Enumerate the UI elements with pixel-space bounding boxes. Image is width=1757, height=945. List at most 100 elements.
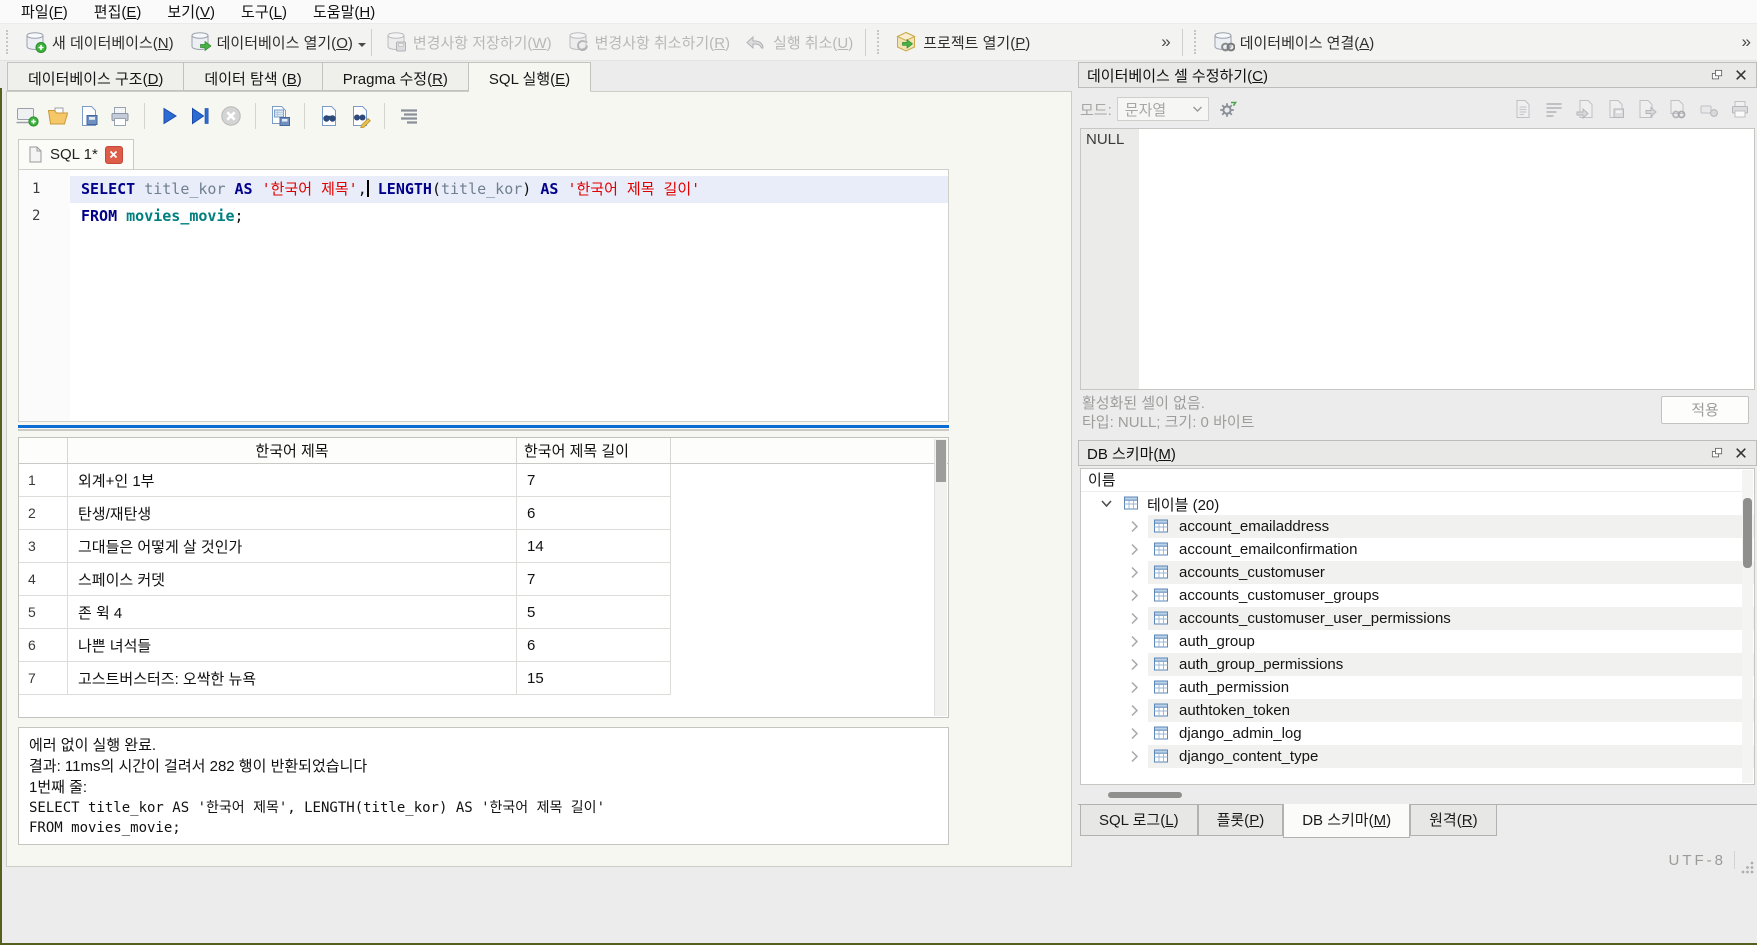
schema-tree-header[interactable]: 이름: [1081, 469, 1754, 492]
scrollbar-thumb[interactable]: [1108, 792, 1182, 798]
close-tab-button[interactable]: [104, 145, 123, 164]
stop-icon[interactable]: [219, 104, 243, 128]
results-vertical-scrollbar[interactable]: [934, 439, 947, 716]
encoding-indicator[interactable]: UTF-8: [1669, 852, 1735, 869]
code-line-1[interactable]: SELECT title_kor AS '한국어 제목', LENGTH(tit…: [70, 176, 948, 203]
text-document-icon[interactable]: [1512, 98, 1534, 120]
save-results-icon[interactable]: [268, 104, 292, 128]
write-changes-button[interactable]: 변경사항 저장하기(W): [377, 27, 559, 57]
scrollbar-thumb[interactable]: [1743, 498, 1752, 568]
schema-table-row[interactable]: auth_group_permissions: [1081, 653, 1754, 676]
toolbar-grip[interactable]: [877, 30, 882, 54]
resize-grip[interactable]: [1741, 860, 1755, 874]
schema-table-row[interactable]: accounts_customuser_groups: [1081, 584, 1754, 607]
table-row[interactable]: 1 외계+인 1부 7: [19, 464, 948, 497]
schema-table-row[interactable]: account_emailconfirmation: [1081, 538, 1754, 561]
find-icon[interactable]: [317, 104, 341, 128]
table-row[interactable]: 7 고스트버스터즈: 오싹한 뉴욕 15: [19, 662, 948, 695]
sql-code-editor[interactable]: 1 2 SELECT title_kor AS '한국어 제목', LENGTH…: [18, 169, 949, 422]
cell-title-length[interactable]: 5: [517, 596, 671, 629]
results-header-corner[interactable]: [19, 438, 68, 463]
cell-title-length[interactable]: 7: [517, 563, 671, 596]
cell-title-kor[interactable]: 존 윅 4: [68, 596, 517, 629]
cell-title-length[interactable]: 6: [517, 629, 671, 662]
undo-button[interactable]: 실행 취소(U): [737, 27, 860, 57]
pane-splitter[interactable]: [18, 425, 949, 428]
cell-editor-textarea[interactable]: NULL: [1080, 128, 1755, 390]
chevron-right-icon[interactable]: [1127, 634, 1142, 649]
close-dock-button[interactable]: [1732, 444, 1750, 462]
toolbar-grip[interactable]: [1193, 30, 1199, 54]
cell-title-length[interactable]: 6: [517, 497, 671, 530]
open-sql-file-icon[interactable]: [46, 104, 70, 128]
chevron-right-icon[interactable]: [1127, 726, 1142, 741]
chevron-right-icon[interactable]: [1127, 657, 1142, 672]
chevron-right-icon[interactable]: [1127, 542, 1142, 557]
schema-table-row[interactable]: django_admin_log: [1081, 722, 1754, 745]
chevron-right-icon[interactable]: [1127, 565, 1142, 580]
open-database-dropdown-arrow[interactable]: [357, 42, 366, 51]
apply-button[interactable]: 적용: [1661, 396, 1749, 424]
schema-root-row[interactable]: 테이블 (20): [1081, 492, 1754, 515]
cell-title-length[interactable]: 7: [517, 464, 671, 497]
set-null-icon[interactable]: [1698, 98, 1720, 120]
menu-help[interactable]: 도움말(H): [300, 0, 388, 24]
tab-browse-data[interactable]: 데이터 탐색 (B): [184, 62, 323, 91]
chevron-right-icon[interactable]: [1127, 703, 1142, 718]
table-row[interactable]: 2 탄생/재탄생 6: [19, 497, 948, 530]
table-row[interactable]: 4 스페이스 커뎃 7: [19, 563, 948, 596]
cell-title-length[interactable]: 14: [517, 530, 671, 563]
word-wrap-icon[interactable]: [1543, 98, 1565, 120]
editor-code-area[interactable]: SELECT title_kor AS '한국어 제목', LENGTH(tit…: [70, 170, 948, 421]
find-replace-icon[interactable]: [348, 104, 372, 128]
scrollbar-thumb[interactable]: [936, 440, 946, 482]
menu-view[interactable]: 보기(V): [154, 0, 228, 24]
toolbar-overflow-chevron[interactable]: »: [1155, 32, 1176, 52]
close-dock-button[interactable]: [1732, 66, 1750, 84]
print-icon[interactable]: [1729, 98, 1751, 120]
chevron-right-icon[interactable]: [1127, 749, 1142, 764]
code-line-2[interactable]: FROM movies_movie;: [70, 203, 948, 230]
schema-table-row[interactable]: django_content_type: [1081, 745, 1754, 768]
schema-table-row[interactable]: account_emailaddress: [1081, 515, 1754, 538]
menu-edit[interactable]: 편집(E): [81, 0, 155, 24]
chevron-right-icon[interactable]: [1127, 519, 1142, 534]
menu-tools[interactable]: 도구(L): [228, 0, 300, 24]
toolbar-overflow-chevron[interactable]: »: [1736, 32, 1757, 52]
schema-table-row[interactable]: auth_permission: [1081, 676, 1754, 699]
float-dock-button[interactable]: [1708, 66, 1726, 84]
export-icon[interactable]: [1636, 98, 1658, 120]
tab-execute-sql[interactable]: SQL 실행(E): [468, 62, 592, 92]
table-row[interactable]: 3 그대들은 어떻게 살 것인가 14: [19, 530, 948, 563]
cell-title-kor[interactable]: 고스트버스터즈: 오싹한 뉴욕: [68, 662, 517, 695]
revert-changes-button[interactable]: 변경사항 취소하기(R): [559, 27, 737, 57]
open-project-button[interactable]: 프로젝트 열기(P): [887, 27, 1037, 57]
cell-title-kor[interactable]: 외계+인 1부: [68, 464, 517, 497]
chevron-right-icon[interactable]: [1127, 611, 1142, 626]
schema-table-row[interactable]: authtoken_token: [1081, 699, 1754, 722]
execute-current-icon[interactable]: [188, 104, 212, 128]
save-icon[interactable]: [1605, 98, 1627, 120]
new-sql-tab-icon[interactable]: [15, 104, 39, 128]
mode-combobox[interactable]: 문자열: [1116, 97, 1209, 121]
open-database-button[interactable]: 데이터베이스 열기(O): [181, 27, 360, 57]
attach-database-button[interactable]: 데이터베이스 연결(A): [1204, 27, 1382, 57]
import-icon[interactable]: [1574, 98, 1596, 120]
results-header-length[interactable]: 한국어 제목 길이: [517, 438, 671, 463]
table-row[interactable]: 5 존 윅 4 5: [19, 596, 948, 629]
tab-edit-pragmas[interactable]: Pragma 수정(R): [322, 62, 469, 91]
tab-plot[interactable]: 플롯(P): [1197, 805, 1284, 836]
cell-title-length[interactable]: 15: [517, 662, 671, 695]
cell-title-kor[interactable]: 탄생/재탄생: [68, 497, 517, 530]
new-database-button[interactable]: 새 데이터베이스(N): [16, 27, 181, 57]
save-sql-file-icon[interactable]: [77, 104, 101, 128]
tab-db-schema[interactable]: DB 스키마(M): [1283, 804, 1411, 838]
tab-sql-log[interactable]: SQL 로그(L): [1080, 805, 1198, 836]
schema-table-row[interactable]: accounts_customuser: [1081, 561, 1754, 584]
tab-database-structure[interactable]: 데이터베이스 구조(D): [7, 62, 185, 91]
menu-file[interactable]: 파일(F): [8, 0, 81, 24]
link-icon[interactable]: [1667, 98, 1689, 120]
tree-vertical-scrollbar[interactable]: [1742, 470, 1753, 783]
chevron-right-icon[interactable]: [1127, 588, 1142, 603]
chevron-down-icon[interactable]: [1099, 496, 1114, 511]
